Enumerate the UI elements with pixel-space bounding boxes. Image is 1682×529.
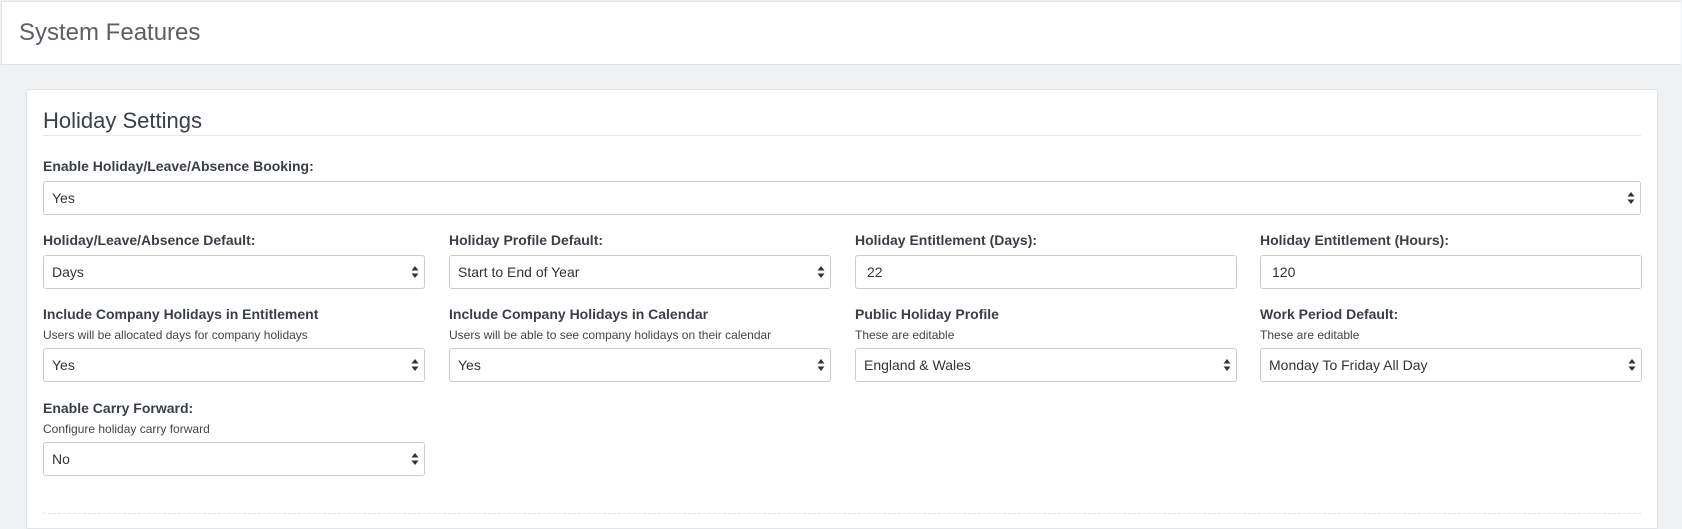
company-holidays-entitlement-value: Yes (52, 357, 75, 373)
work-period-default-field: Work Period Default: These are editable … (1260, 306, 1642, 382)
public-holiday-profile-select[interactable]: England & Wales (855, 348, 1237, 382)
entitlement-days-field: Holiday Entitlement (Days): (855, 232, 1237, 289)
company-holidays-entitlement-field: Include Company Holidays in Entitlement … (43, 306, 425, 382)
absence-default-select[interactable]: Days (43, 255, 425, 289)
carry-forward-select[interactable]: No (43, 442, 425, 476)
company-holidays-entitlement-label: Include Company Holidays in Entitlement (43, 306, 319, 322)
profile-default-field: Holiday Profile Default: Start to End of… (449, 232, 831, 289)
public-holiday-profile-field: Public Holiday Profile These are editabl… (855, 306, 1237, 382)
enable-booking-value: Yes (52, 190, 75, 206)
company-holidays-entitlement-select[interactable]: Yes (43, 348, 425, 382)
select-updown-icon (1628, 358, 1636, 372)
public-holiday-profile-label: Public Holiday Profile (855, 306, 999, 322)
select-updown-icon (411, 358, 419, 372)
enable-booking-label: Enable Holiday/Leave/Absence Booking: (43, 158, 314, 174)
section-title: Holiday Settings (43, 108, 202, 133)
public-holiday-profile-help: These are editable (855, 328, 955, 342)
work-period-default-label: Work Period Default: (1260, 306, 1399, 322)
work-period-default-value: Monday To Friday All Day (1269, 357, 1428, 373)
entitlement-days-label: Holiday Entitlement (Days): (855, 232, 1038, 248)
entitlement-days-input[interactable] (855, 255, 1237, 289)
enable-booking-field: Enable Holiday/Leave/Absence Booking: Ye… (43, 158, 1641, 215)
section-bottom-divider (43, 513, 1641, 514)
page-title: System Features (19, 19, 201, 46)
select-updown-icon (411, 265, 419, 279)
absence-default-label: Holiday/Leave/Absence Default: (43, 232, 256, 248)
select-updown-icon (817, 265, 825, 279)
carry-forward-field: Enable Carry Forward: Configure holiday … (43, 400, 425, 476)
profile-default-value: Start to End of Year (458, 264, 580, 280)
enable-booking-select[interactable]: Yes (43, 181, 1641, 215)
company-holidays-calendar-help: Users will be able to see company holida… (449, 328, 772, 342)
entitlement-hours-label: Holiday Entitlement (Hours): (1260, 232, 1450, 248)
company-holidays-calendar-label: Include Company Holidays in Calendar (449, 306, 709, 322)
select-updown-icon (1627, 191, 1635, 205)
absence-default-value: Days (52, 264, 84, 280)
company-holidays-calendar-select[interactable]: Yes (449, 348, 831, 382)
select-updown-icon (1223, 358, 1231, 372)
carry-forward-label: Enable Carry Forward: (43, 400, 194, 416)
holiday-settings-panel: Holiday Settings Enable Holiday/Leave/Ab… (26, 89, 1658, 529)
carry-forward-value: No (52, 451, 70, 467)
page-header: System Features (1, 1, 1681, 65)
select-updown-icon (411, 452, 419, 466)
company-holidays-calendar-value: Yes (458, 357, 481, 373)
company-holidays-entitlement-help: Users will be allocated days for company… (43, 328, 308, 342)
public-holiday-profile-value: England & Wales (864, 357, 971, 373)
work-period-default-select[interactable]: Monday To Friday All Day (1260, 348, 1642, 382)
select-updown-icon (817, 358, 825, 372)
absence-default-field: Holiday/Leave/Absence Default: Days (43, 232, 425, 289)
carry-forward-help: Configure holiday carry forward (43, 422, 210, 436)
entitlement-hours-input[interactable] (1260, 255, 1642, 289)
section-divider (43, 135, 1641, 136)
profile-default-select[interactable]: Start to End of Year (449, 255, 831, 289)
company-holidays-calendar-field: Include Company Holidays in Calendar Use… (449, 306, 831, 382)
work-period-default-help: These are editable (1260, 328, 1360, 342)
profile-default-label: Holiday Profile Default: (449, 232, 604, 248)
entitlement-hours-field: Holiday Entitlement (Hours): (1260, 232, 1642, 289)
